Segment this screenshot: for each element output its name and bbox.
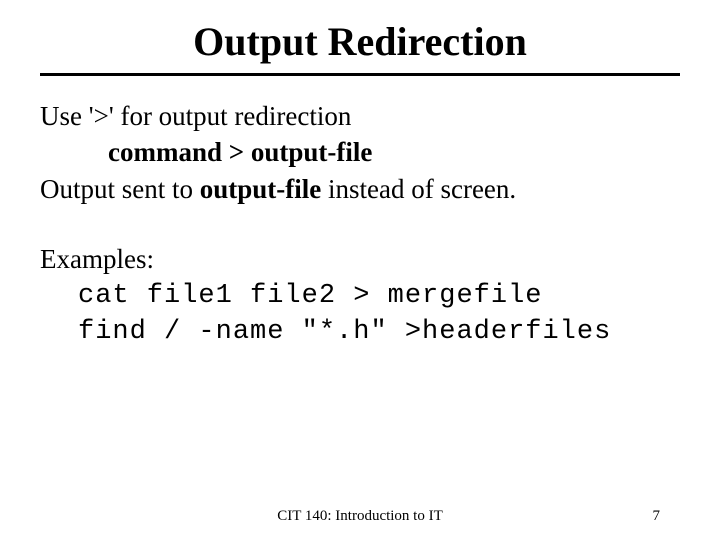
slide-title: Output Redirection — [40, 18, 680, 65]
intro-line: Use '>' for output redirection — [40, 98, 680, 134]
desc-c: instead of screen. — [321, 174, 516, 204]
example-code-1: cat file1 file2 > mergefile — [40, 278, 680, 314]
syntax-line: command > output-file — [40, 134, 680, 170]
footer-course: CIT 140: Introduction to IT — [277, 508, 443, 525]
example-code-2: find / -name "*.h" >headerfiles — [40, 314, 680, 350]
footer-page-number: 7 — [653, 508, 661, 525]
spacer — [40, 207, 680, 241]
desc-b: output-file — [200, 174, 322, 204]
examples-label: Examples: — [40, 241, 680, 277]
desc-a: Output sent to — [40, 174, 200, 204]
title-rule — [40, 73, 680, 76]
slide-body: Use '>' for output redirection command >… — [40, 98, 680, 351]
desc-line: Output sent to output-file instead of sc… — [40, 171, 680, 207]
